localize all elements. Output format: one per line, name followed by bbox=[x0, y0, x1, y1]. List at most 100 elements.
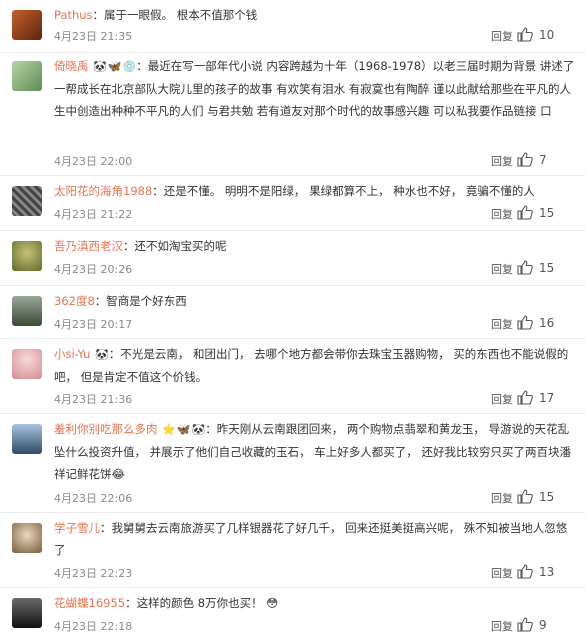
like-button[interactable]: 9 bbox=[515, 616, 571, 634]
comment-line: 太阳花的海角1988：还是不懂。 明明不是阳绿， 果绿都算不上， 种水也不好， … bbox=[54, 184, 535, 198]
comment-line: Pathus：属于一眼假。 根本不值那个钱 bbox=[54, 8, 258, 22]
avatar[interactable] bbox=[12, 598, 42, 628]
avatar[interactable] bbox=[12, 523, 42, 553]
thumbs-up-icon bbox=[517, 27, 533, 42]
comment-text: 这样的颜色 8万你也买！ 😳 bbox=[136, 596, 279, 610]
timestamp: 4月23日 22:23 bbox=[54, 567, 133, 580]
like-count: 9 bbox=[539, 618, 547, 632]
reply-button[interactable]: 回复 bbox=[491, 490, 513, 506]
avatar-image bbox=[12, 186, 42, 216]
reply-button[interactable]: 回复 bbox=[491, 261, 513, 277]
thumbs-up-icon bbox=[517, 260, 533, 275]
timestamp: 4月23日 21:35 bbox=[54, 30, 133, 43]
thumbs-up-icon bbox=[517, 617, 533, 632]
reply-button[interactable]: 回复 bbox=[491, 316, 513, 332]
timestamp: 4月23日 20:17 bbox=[54, 318, 133, 331]
avatar[interactable] bbox=[12, 424, 42, 454]
like-button[interactable]: 15 bbox=[515, 259, 571, 277]
reply-button[interactable]: 回复 bbox=[491, 153, 513, 169]
disc-badge-icon: 💿 bbox=[122, 60, 137, 73]
comment-text: 属于一眼假。 根本不值那个钱 bbox=[104, 8, 258, 22]
username-link[interactable]: 羞利你别吃那么多肉 bbox=[54, 422, 158, 436]
comment-item: 362度8：智商是个好东西 4月23日 20:17 回复 16 bbox=[0, 286, 585, 339]
thumbs-up-icon bbox=[517, 390, 533, 405]
like-button[interactable]: 16 bbox=[515, 314, 571, 332]
timestamp: 4月23日 21:22 bbox=[54, 208, 133, 221]
avatar-image bbox=[12, 349, 42, 379]
avatar-image bbox=[12, 424, 42, 454]
comment-item: 羞利你别吃那么多肉 ⭐🦋🐼：昨天刚从云南跟团回来， 两个购物点翡翠和黄龙玉， 导… bbox=[0, 414, 585, 513]
like-button[interactable]: 7 bbox=[515, 151, 571, 169]
like-count: 15 bbox=[539, 261, 555, 275]
avatar-image bbox=[12, 523, 42, 553]
avatar-image bbox=[12, 296, 42, 326]
thumbs-up-icon bbox=[517, 564, 533, 579]
thumbs-up-icon bbox=[517, 489, 533, 504]
thumbs-up-icon bbox=[517, 152, 533, 167]
panda-badge-icon: 🐼 bbox=[191, 423, 206, 436]
comment-line: 362度8：智商是个好东西 bbox=[54, 294, 187, 308]
like-button[interactable]: 10 bbox=[515, 26, 571, 44]
comment-text: 还不如淘宝买的呢 bbox=[134, 239, 227, 253]
reply-button[interactable]: 回复 bbox=[491, 206, 513, 222]
username-link[interactable]: 太阳花的海角1988 bbox=[54, 184, 152, 198]
like-button[interactable]: 17 bbox=[515, 389, 571, 407]
username-link[interactable]: 吾乃滇西老汉 bbox=[54, 239, 123, 253]
avatar[interactable] bbox=[12, 349, 42, 379]
reply-button[interactable]: 回复 bbox=[491, 28, 513, 44]
star-badge-icon: ⭐ bbox=[162, 423, 176, 436]
comment-line: 小si-Yu 🐼：不光是云南， 和团出门， 去哪个地方都会带你去珠宝玉器购物， … bbox=[54, 343, 575, 388]
avatar[interactable] bbox=[12, 186, 42, 216]
comment-item: 吾乃滇西老汉：还不如淘宝买的呢 4月23日 20:26 回复 15 bbox=[0, 231, 585, 286]
like-count: 16 bbox=[539, 316, 555, 330]
avatar[interactable] bbox=[12, 296, 42, 326]
comment-item: 花蝴蝶16955：这样的颜色 8万你也买！ 😳 4月23日 22:18 回复 9 bbox=[0, 588, 585, 641]
avatar-image bbox=[12, 10, 42, 40]
panda-badge-icon: 🐼 bbox=[95, 348, 109, 361]
like-button[interactable]: 13 bbox=[515, 563, 571, 581]
comment-item: 学子雪儿：我舅舅去云南旅游买了几样银器花了好几千， 回来还挺美挺高兴呢， 殊不知… bbox=[0, 513, 585, 588]
timestamp: 4月23日 22:00 bbox=[54, 155, 133, 168]
timestamp: 4月23日 21:36 bbox=[54, 393, 133, 406]
reply-button[interactable]: 回复 bbox=[491, 391, 513, 407]
username-link[interactable]: 花蝴蝶16955 bbox=[54, 596, 125, 610]
avatar[interactable] bbox=[12, 241, 42, 271]
comment-list: Pathus：属于一眼假。 根本不值那个钱 4月23日 21:35 回复 10 … bbox=[0, 0, 585, 641]
comment-item: 太阳花的海角1988：还是不懂。 明明不是阳绿， 果绿都算不上， 种水也不好， … bbox=[0, 176, 585, 231]
comment-text: 智商是个好东西 bbox=[106, 294, 187, 308]
username-link[interactable]: 362度8 bbox=[54, 294, 95, 308]
butterfly-badge-icon: 🦋 bbox=[176, 423, 191, 436]
comment-line: 吾乃滇西老汉：还不如淘宝买的呢 bbox=[54, 239, 227, 253]
timestamp: 4月23日 22:06 bbox=[54, 492, 133, 505]
avatar[interactable] bbox=[12, 61, 42, 91]
avatar-image bbox=[12, 61, 42, 91]
comment-item: 小si-Yu 🐼：不光是云南， 和团出门， 去哪个地方都会带你去珠宝玉器购物， … bbox=[0, 339, 585, 414]
thumbs-up-icon bbox=[517, 205, 533, 220]
comment-line: 倚晓禹 🐼🦋💿：最近在写一部年代小说 内容跨越为十年（1968-1978）以老三… bbox=[54, 55, 575, 122]
like-count: 15 bbox=[539, 206, 555, 220]
timestamp: 4月23日 22:18 bbox=[54, 620, 133, 633]
comment-line: 花蝴蝶16955：这样的颜色 8万你也买！ 😳 bbox=[54, 596, 279, 610]
username-link[interactable]: Pathus bbox=[54, 8, 93, 22]
like-button[interactable]: 15 bbox=[515, 488, 571, 506]
like-button[interactable]: 15 bbox=[515, 204, 571, 222]
username-link[interactable]: 倚晓禹 bbox=[54, 59, 89, 73]
reply-button[interactable]: 回复 bbox=[491, 618, 513, 634]
avatar-image bbox=[12, 241, 42, 271]
butterfly-badge-icon: 🦋 bbox=[107, 60, 122, 73]
like-count: 15 bbox=[539, 490, 555, 504]
like-count: 17 bbox=[539, 391, 555, 405]
username-link[interactable]: 小si-Yu bbox=[54, 347, 90, 361]
comment-text: 还是不懂。 明明不是阳绿， 果绿都算不上， 种水也不好， 竟骗不懂的人 bbox=[163, 184, 535, 198]
thumbs-up-icon bbox=[517, 315, 533, 330]
comment-item: Pathus：属于一眼假。 根本不值那个钱 4月23日 21:35 回复 10 bbox=[0, 0, 585, 53]
username-link[interactable]: 学子雪儿 bbox=[54, 521, 100, 535]
avatar[interactable] bbox=[12, 10, 42, 40]
timestamp: 4月23日 20:26 bbox=[54, 263, 133, 276]
comment-text: 不光是云南， 和团出门， 去哪个地方都会带你去珠宝玉器购物， 买的东西也不能说假… bbox=[54, 347, 569, 384]
like-count: 10 bbox=[539, 28, 555, 42]
comment-item: 倚晓禹 🐼🦋💿：最近在写一部年代小说 内容跨越为十年（1968-1978）以老三… bbox=[0, 53, 585, 176]
comment-line: 学子雪儿：我舅舅去云南旅游买了几样银器花了好几千， 回来还挺美挺高兴呢， 殊不知… bbox=[54, 521, 568, 557]
panda-badge-icon: 🐼 bbox=[93, 60, 107, 73]
reply-button[interactable]: 回复 bbox=[491, 565, 513, 581]
